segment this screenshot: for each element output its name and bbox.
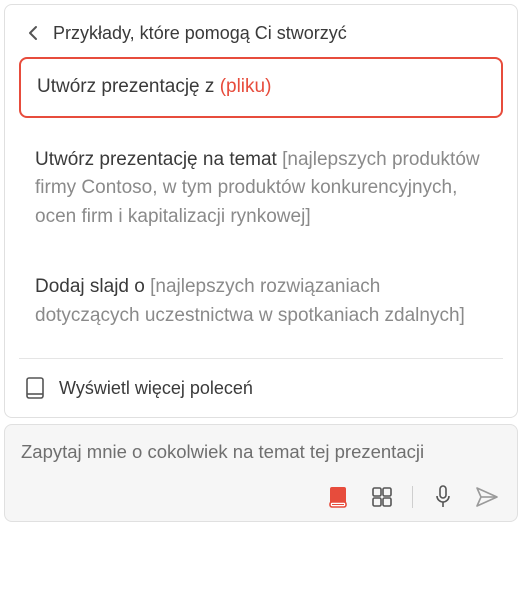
- prompt-input-area: [4, 424, 518, 522]
- view-more-prompts[interactable]: Wyświetl więcej poleceń: [5, 359, 517, 417]
- suggestion-text: Utwórz prezentację z: [37, 76, 220, 97]
- view-more-label: Wyświetl więcej poleceń: [59, 378, 253, 399]
- panel-title: Przykłady, które pomogą Ci stworzyć: [53, 23, 347, 44]
- suggestion-param: (pliku): [220, 76, 272, 97]
- apps-button[interactable]: [368, 483, 396, 511]
- microphone-icon: [434, 485, 452, 509]
- microphone-button[interactable]: [429, 483, 457, 511]
- send-button[interactable]: [473, 483, 501, 511]
- suggestion-text: Utwórz prezentację na temat: [35, 149, 282, 170]
- suggestion-text: Dodaj slajd o: [35, 276, 150, 297]
- suggestion-item[interactable]: Utwórz prezentację na temat [najlepszych…: [19, 132, 503, 246]
- apps-grid-icon: [371, 486, 393, 508]
- send-icon: [475, 486, 499, 508]
- chevron-left-icon: [26, 25, 40, 41]
- prompt-input[interactable]: [21, 441, 501, 463]
- suggestion-item[interactable]: Utwórz prezentację z (pliku): [19, 57, 503, 118]
- back-button[interactable]: [19, 19, 47, 47]
- suggestion-item[interactable]: Dodaj slajd o [najlepszych rozwiązaniach…: [19, 259, 503, 344]
- panel-header: Przykłady, które pomogą Ci stworzyć: [5, 5, 517, 57]
- book-icon: [25, 377, 45, 399]
- input-toolbar: [21, 483, 501, 511]
- toolbar-separator: [412, 486, 413, 508]
- book-filled-icon: [328, 486, 348, 508]
- suggestions-panel: Przykłady, które pomogą Ci stworzyć Utwó…: [4, 4, 518, 418]
- book-button[interactable]: [324, 483, 352, 511]
